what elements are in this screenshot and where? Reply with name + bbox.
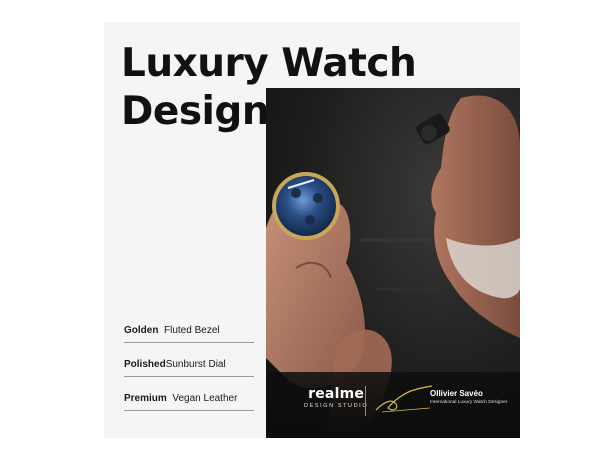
headline-line-1: Luxury Watch — [121, 41, 417, 86]
feature-item: Golden Fluted Bezel — [124, 324, 254, 343]
feature-bold: Polished — [124, 359, 166, 370]
designer-title: International Luxury Watch Designer — [430, 400, 508, 405]
ad-card: Luxury Watch Design Golden Fluted Bezel … — [104, 22, 520, 438]
feature-text: Sunburst Dial — [165, 359, 226, 370]
brand-subtitle: DESIGN STUDIO — [304, 403, 369, 409]
feature-text: Vegan Leather — [172, 393, 238, 404]
brand-footer: realme DESIGN STUDIO Ollivier Savéo Inte… — [266, 372, 520, 438]
feature-bold: Premium — [124, 393, 167, 404]
brand-divider — [365, 386, 366, 416]
brand-logo: realme DESIGN STUDIO — [304, 386, 368, 409]
feature-item: Premium Vegan Leather — [124, 392, 254, 411]
feature-item: PolishedSunburst Dial — [124, 358, 254, 377]
signature-icon — [375, 385, 433, 413]
designer-credit: Ollivier Savéo International Luxury Watc… — [430, 389, 507, 405]
feature-bold: Golden — [124, 325, 159, 336]
feature-text: Fluted Bezel — [164, 325, 220, 336]
feature-list: Golden Fluted Bezel PolishedSunburst Dia… — [124, 324, 254, 426]
brand-name: realme — [308, 386, 365, 402]
designer-name: Ollivier Savéo — [430, 389, 483, 398]
